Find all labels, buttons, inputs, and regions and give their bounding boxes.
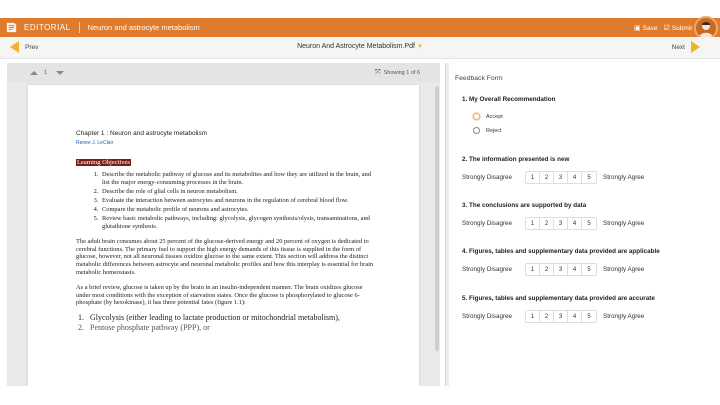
- file-title-text: Neuron And Astrocyte Metabolism.Pdf: [297, 43, 415, 50]
- feedback-title: Feedback Form: [455, 75, 503, 82]
- question-new-info: 2. The information presented is new: [462, 156, 570, 163]
- document-page: Chapter 1 : Neuron and astrocyte metabol…: [28, 85, 419, 386]
- chapter-title: Chapter 1 : Neuron and astrocyte metabol…: [76, 130, 208, 137]
- rating-3[interactable]: 3: [554, 172, 568, 183]
- fates-list: Glycolysis (either leading to lactate pr…: [76, 313, 376, 333]
- submit-label: Submit: [671, 24, 692, 32]
- rating-4[interactable]: 4: [568, 311, 582, 322]
- rating-scale-applicable: Strongly Disagree 1 2 3 4 5 Strongly Agr…: [462, 263, 644, 276]
- question-conclusions: 3. The conclusions are supported by data: [462, 202, 587, 209]
- reject-label: Reject: [486, 127, 502, 134]
- paragraph: The adult brain consumes about 25 percen…: [76, 238, 374, 276]
- accept-radio[interactable]: [473, 113, 480, 120]
- top-bar: EDITORIAL Neuron and astrocyte metabolis…: [0, 16, 720, 40]
- document-nav-bar: Prev Neuron And Astrocyte Metabolism.Pdf…: [0, 37, 720, 59]
- panel-splitter[interactable]: [445, 63, 449, 386]
- scale-low-label: Strongly Disagree: [462, 313, 513, 320]
- rating-buttons: 1 2 3 4 5: [525, 217, 597, 230]
- scale-high-label: Strongly Agree: [603, 220, 645, 227]
- scrollbar-thumb[interactable]: [435, 86, 439, 351]
- bottom-band: [0, 387, 720, 405]
- rating-scale-accurate: Strongly Disagree 1 2 3 4 5 Strongly Agr…: [462, 310, 644, 323]
- showing-text: Showing 1 of 6: [383, 70, 420, 76]
- paragraph: As a brief review, glucose is taken up b…: [76, 284, 363, 307]
- chevron-down-icon: ▼: [416, 44, 423, 50]
- submit-button[interactable]: ☑ Submit: [663, 24, 692, 32]
- top-actions: ▣ Save ☑ Submit: [634, 18, 692, 37]
- question-recommendation: 1. My Overall Recommendation: [462, 96, 556, 103]
- scale-low-label: Strongly Disagree: [462, 266, 513, 273]
- divider: [78, 22, 80, 33]
- rating-buttons: 1 2 3 4 5: [525, 310, 597, 323]
- check-icon: ☑: [663, 24, 670, 32]
- rating-scale-new-info: Strongly Disagree 1 2 3 4 5 Strongly Agr…: [462, 171, 644, 184]
- rating-2[interactable]: 2: [540, 218, 554, 229]
- feedback-form: Feedback Form 1. My Overall Recommendati…: [455, 70, 720, 386]
- accept-label: Accept: [486, 113, 503, 120]
- rating-5[interactable]: 5: [582, 311, 596, 322]
- rating-1[interactable]: 1: [526, 172, 540, 183]
- rating-4[interactable]: 4: [568, 264, 582, 275]
- page-number[interactable]: 1: [44, 70, 47, 76]
- file-title[interactable]: Neuron And Astrocyte Metabolism.Pdf ▼: [0, 43, 720, 50]
- list-item: Glycolysis (either leading to lactate pr…: [86, 313, 376, 323]
- list-item: Compare the metabolic profile of neurons…: [100, 206, 376, 214]
- list-item: Pentose phosphate pathway (PPP), or: [86, 323, 376, 333]
- rating-2[interactable]: 2: [540, 311, 554, 322]
- reject-radio[interactable]: [473, 127, 480, 134]
- rating-3[interactable]: 3: [554, 311, 568, 322]
- scale-high-label: Strongly Agree: [603, 313, 645, 320]
- accept-option[interactable]: Accept: [473, 113, 503, 120]
- logo-icon[interactable]: [0, 18, 22, 37]
- scale-high-label: Strongly Agree: [603, 174, 645, 181]
- rating-2[interactable]: 2: [540, 264, 554, 275]
- rating-1[interactable]: 1: [526, 311, 540, 322]
- scale-low-label: Strongly Disagree: [462, 220, 513, 227]
- rating-1[interactable]: 1: [526, 264, 540, 275]
- expand-icon: ⤧: [375, 69, 381, 76]
- rating-buttons: 1 2 3 4 5: [525, 171, 597, 184]
- next-button[interactable]: Next: [672, 41, 700, 53]
- list-item: Evaluate the interaction between astrocy…: [100, 197, 376, 205]
- rating-5[interactable]: 5: [582, 218, 596, 229]
- list-item: Describe the metabolic pathway of glucos…: [100, 171, 376, 186]
- rating-5[interactable]: 5: [582, 172, 596, 183]
- showing-indicator[interactable]: ⤧ Showing 1 of 6: [375, 69, 420, 77]
- rating-5[interactable]: 5: [582, 264, 596, 275]
- rating-3[interactable]: 3: [554, 218, 568, 229]
- author-link[interactable]: Renee J. LeClair: [76, 140, 376, 146]
- reject-option[interactable]: Reject: [473, 127, 502, 134]
- app-brand: EDITORIAL: [24, 23, 71, 32]
- question-accurate: 5. Figures, tables and supplementary dat…: [462, 295, 655, 302]
- viewer-toolbar: 1 ⤧ Showing 1 of 6: [7, 63, 440, 82]
- save-button[interactable]: ▣ Save: [634, 24, 657, 32]
- objectives-heading: Learning Objectives: [76, 159, 131, 166]
- breadcrumb[interactable]: Neuron and astrocyte metabolism: [88, 23, 200, 32]
- pdf-viewer: 1 ⤧ Showing 1 of 6 Chapter 1 : Neuron an…: [7, 63, 440, 386]
- list-item: Describe the role of glial cells in neur…: [100, 188, 376, 196]
- rating-2[interactable]: 2: [540, 172, 554, 183]
- next-arrow-icon: [691, 41, 700, 53]
- next-label: Next: [671, 43, 685, 51]
- rating-1[interactable]: 1: [526, 218, 540, 229]
- save-icon: ▣: [634, 24, 641, 32]
- rating-scale-conclusions: Strongly Disagree 1 2 3 4 5 Strongly Agr…: [462, 217, 644, 230]
- scale-high-label: Strongly Agree: [603, 266, 645, 273]
- rating-3[interactable]: 3: [554, 264, 568, 275]
- scale-low-label: Strongly Disagree: [462, 174, 513, 181]
- objectives-list: Describe the metabolic pathway of glucos…: [76, 171, 376, 230]
- user-avatar-icon: [699, 22, 713, 38]
- rating-4[interactable]: 4: [568, 218, 582, 229]
- page-content: Chapter 1 : Neuron and astrocyte metabol…: [76, 130, 376, 333]
- save-label: Save: [642, 24, 658, 32]
- rating-buttons: 1 2 3 4 5: [525, 263, 597, 276]
- page-down-icon[interactable]: [56, 70, 65, 75]
- page-up-icon[interactable]: [30, 70, 38, 75]
- rating-4[interactable]: 4: [568, 172, 582, 183]
- list-item: Review basic metabolic pathways, includi…: [100, 215, 376, 230]
- viewer-scrollbar[interactable]: [434, 82, 440, 386]
- question-applicable: 4. Figures, tables and supplementary dat…: [462, 248, 660, 255]
